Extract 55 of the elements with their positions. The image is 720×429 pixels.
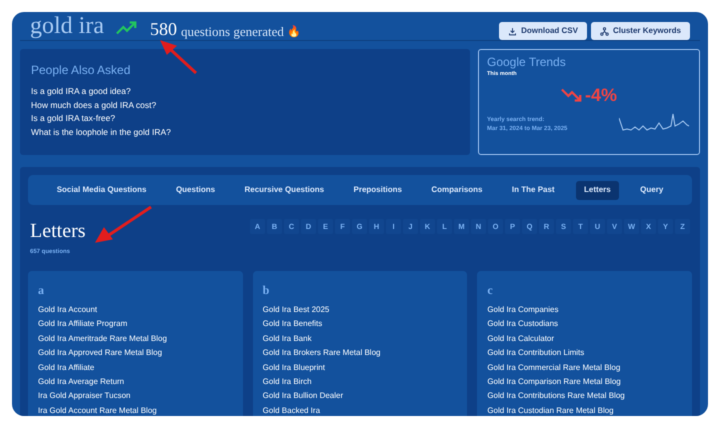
tab[interactable]: Questions <box>168 180 224 200</box>
question-link[interactable]: What is the loophole in the gold IRA? <box>31 126 459 139</box>
tab[interactable]: Prepositions <box>346 180 410 200</box>
keyword-link[interactable]: Ira Gold Appraiser Tucson <box>38 389 233 404</box>
keyword-link[interactable]: Gold Ira Contribution Limits <box>487 346 682 361</box>
letter-heading: a <box>38 282 45 299</box>
card-title: Google Trends <box>487 55 567 70</box>
keyword-link[interactable]: Gold Ira Birch <box>262 375 458 390</box>
tab[interactable]: Social Media Questions <box>48 180 155 200</box>
question-count: 580 <box>150 20 177 38</box>
fire-emoji: 🔥 <box>286 27 301 38</box>
keyword-link[interactable]: Gold Ira Approved Rare Metal Blog <box>38 346 233 361</box>
keyword-link[interactable]: Gold Ira Custodians <box>487 317 682 332</box>
section-title: Letters <box>30 221 86 241</box>
keyword-link[interactable]: Gold Ira Bank <box>262 332 458 346</box>
tab[interactable]: Recursive Questions <box>236 180 332 200</box>
annotation-arrow <box>158 38 200 76</box>
keyword-link[interactable]: Gold Ira Affiliate Program <box>38 317 233 332</box>
question-link[interactable]: How much does a gold IRA cost? <box>31 98 459 112</box>
keyword-link[interactable]: Gold Ira Ameritrade Rare Metal Blog <box>38 332 233 346</box>
annotation-arrow <box>93 203 155 245</box>
trending-up-icon <box>116 21 138 35</box>
keyword-link[interactable]: Gold Ira Best 2025 <box>262 303 458 318</box>
keyword-link[interactable]: Gold Ira Blueprint <box>262 360 458 376</box>
keyword-link[interactable]: Gold Ira Comparison Rare Metal Blog <box>487 375 682 390</box>
letter-heading: c <box>487 282 494 299</box>
keyword-link[interactable]: Gold Backed Ira <box>262 404 458 416</box>
keyword-link[interactable]: Gold Ira Bullion Dealer <box>262 389 458 404</box>
download-icon <box>508 26 518 36</box>
keyword-link[interactable]: Gold Ira Calculator <box>487 332 682 346</box>
question-link[interactable]: Is a gold IRA tax-free? <box>31 112 459 126</box>
keyword-link[interactable]: Gold Ira Custodian Rare Metal Blog <box>487 404 682 416</box>
keyword-link[interactable]: Gold Ira Companies <box>487 303 682 318</box>
card-title: People Also Asked <box>31 62 132 79</box>
network-icon <box>600 26 609 36</box>
keyword-link[interactable]: Gold Ira Account <box>38 303 233 318</box>
keyword-link[interactable]: Ira Gold Account Rare Metal Blog <box>38 404 233 416</box>
toolbar-button[interactable]: Cluster Keywords <box>590 22 690 40</box>
letter-heading: b <box>262 282 270 299</box>
toolbar-button[interactable]: Download CSV <box>499 22 587 40</box>
page-title: gold ira <box>30 14 104 38</box>
keyword-link[interactable]: Gold Ira Contributions Rare Metal Blog <box>487 389 682 404</box>
keyword-link[interactable]: Gold Ira Brokers Rare Metal Blog <box>262 346 458 361</box>
keyword-link[interactable]: Gold Ira Commercial Rare Metal Blog <box>487 360 682 376</box>
count-label: questions generated <box>180 25 284 38</box>
keyword-link[interactable]: Gold Ira Benefits <box>262 317 458 332</box>
tab[interactable]: In The Past <box>504 180 563 200</box>
keyword-link[interactable]: Gold Ira Affiliate <box>38 360 233 376</box>
trending-down-icon <box>560 88 583 102</box>
keyword-link[interactable]: Gold Ira Average Return <box>38 375 233 390</box>
question-link[interactable]: Is a gold IRA a good idea? <box>31 85 459 98</box>
tab[interactable]: Comparisons <box>423 180 490 200</box>
trend-change: -4% <box>584 86 617 104</box>
tab[interactable]: Query <box>632 180 672 200</box>
tab[interactable]: Letters <box>576 180 619 200</box>
